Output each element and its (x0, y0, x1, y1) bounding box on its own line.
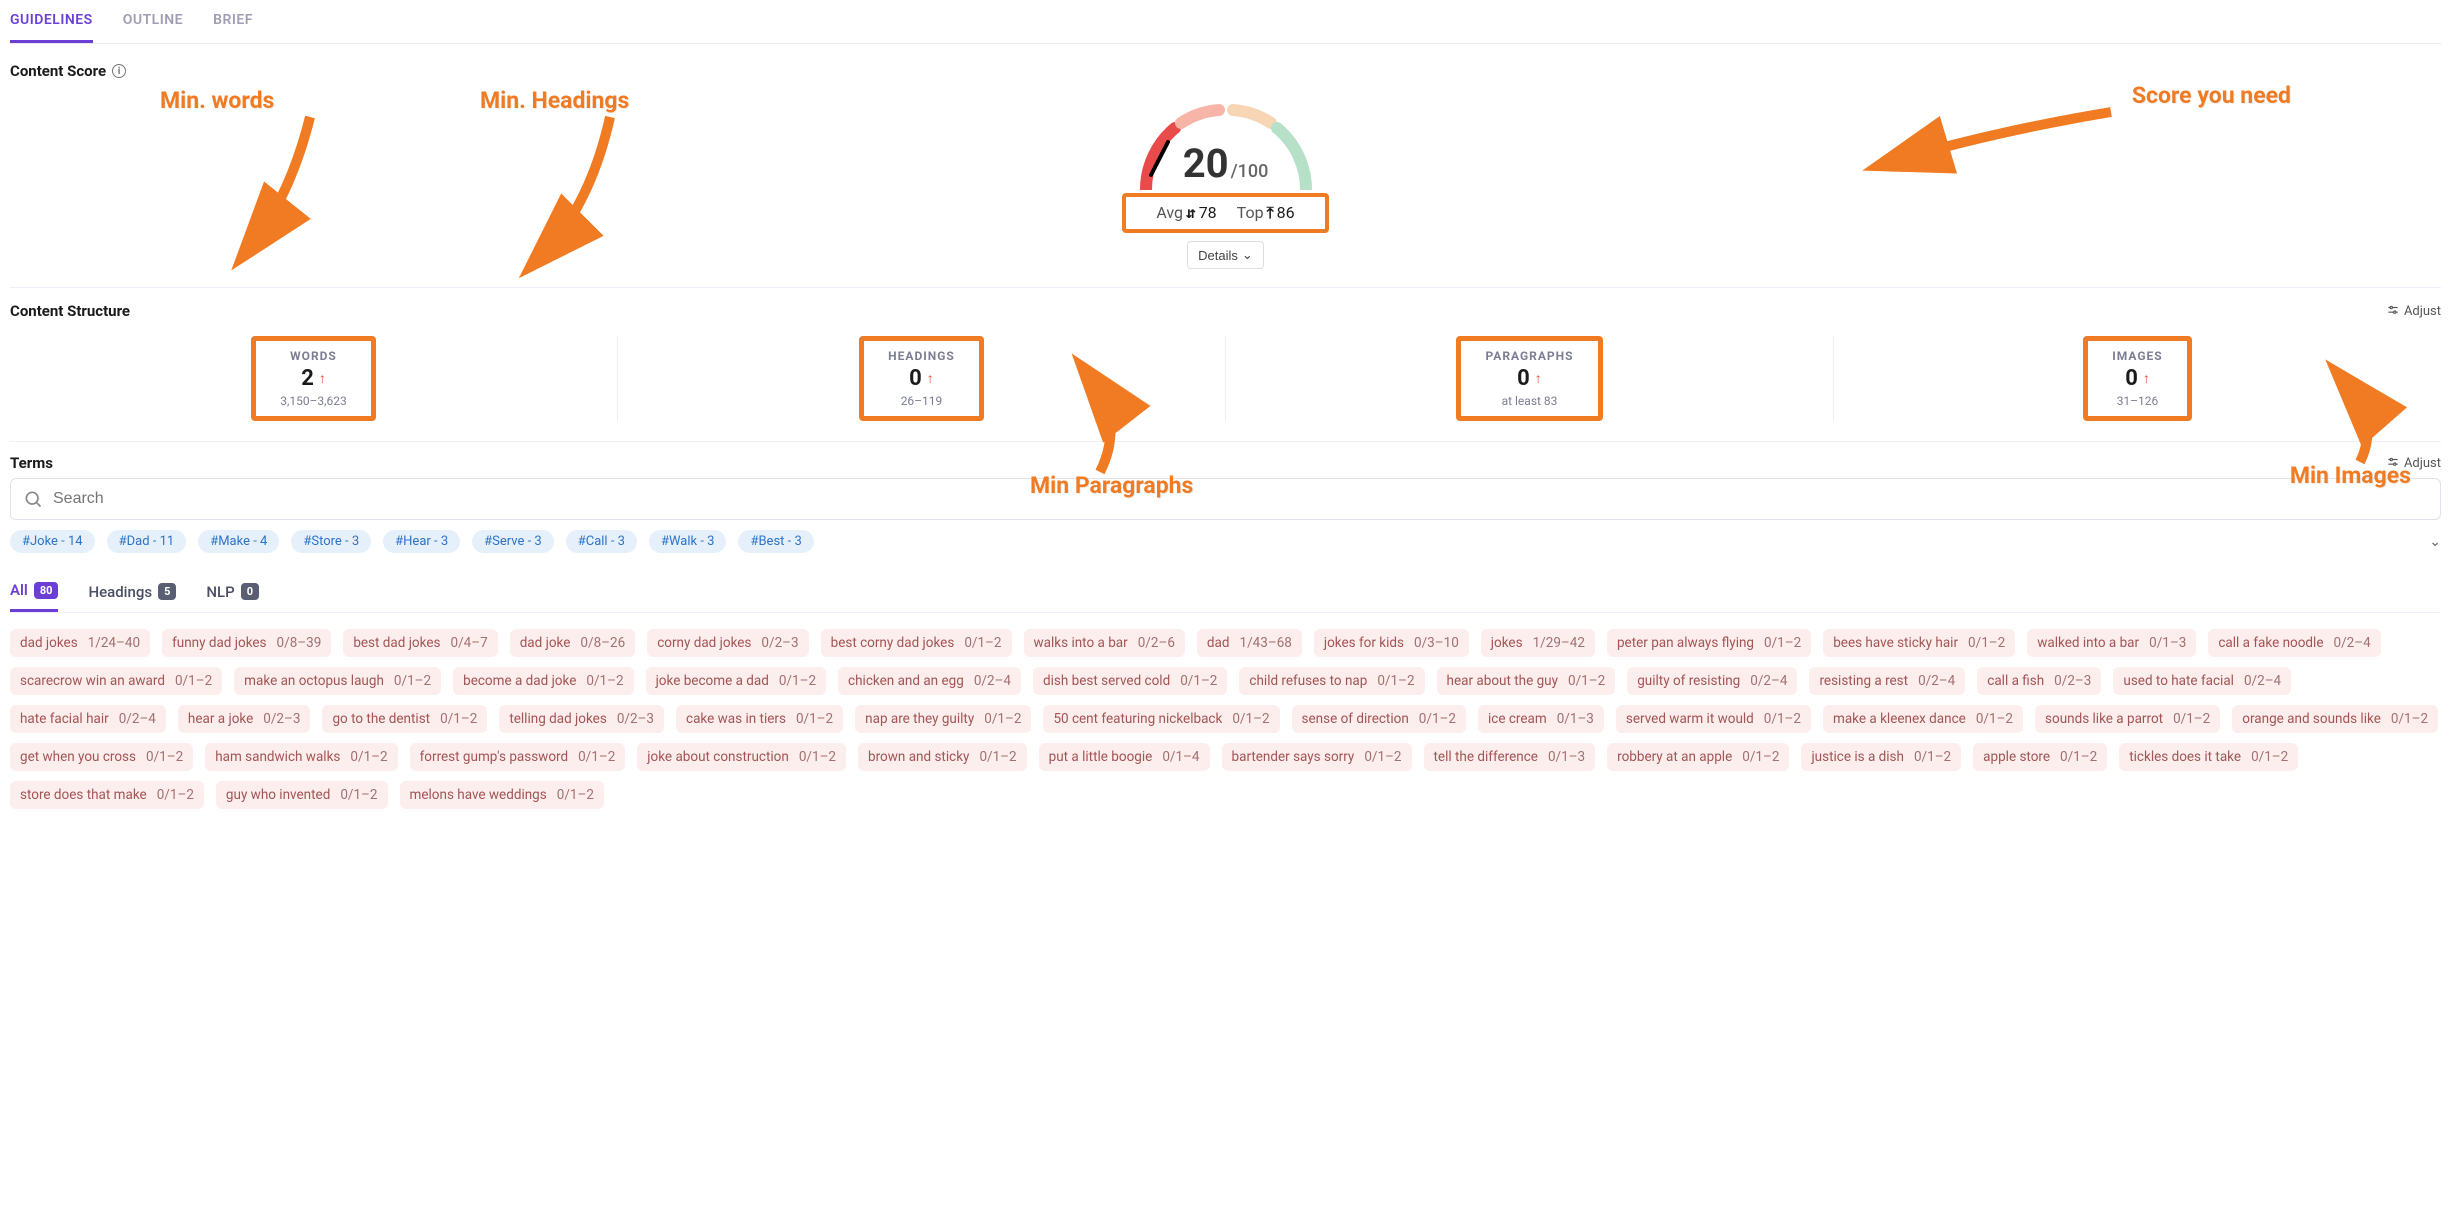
term-chip[interactable]: dad1/43–68 (1197, 629, 1302, 657)
hashtag-pill[interactable]: #Joke - 14 (10, 530, 95, 553)
adjust-terms-button[interactable]: Adjust (2386, 456, 2441, 471)
arrow-up-icon: ↑ (319, 370, 326, 387)
term-chip[interactable]: tickles does it take0/1–2 (2119, 743, 2298, 771)
term-chip[interactable]: become a dad joke0/1–2 (453, 667, 633, 695)
term-chip[interactable]: dish best served cold0/1–2 (1033, 667, 1227, 695)
adjust-structure-button[interactable]: Adjust (2386, 304, 2441, 319)
term-chip[interactable]: cake was in tiers0/1–2 (676, 705, 843, 733)
term-chip[interactable]: robbery at an apple0/1–2 (1607, 743, 1789, 771)
term-chip[interactable]: hear a joke0/2–3 (178, 705, 311, 733)
term-chip[interactable]: joke become a dad0/1–2 (646, 667, 826, 695)
term-chip[interactable]: dad jokes1/24–40 (10, 629, 150, 657)
term-chip[interactable]: jokes1/29–42 (1481, 629, 1595, 657)
term-chip[interactable]: call a fish0/2–3 (1977, 667, 2101, 695)
search-input[interactable] (53, 490, 2428, 508)
term-chip[interactable]: forrest gump's password0/1–2 (410, 743, 626, 771)
hashtag-pill[interactable]: #Best - 3 (738, 530, 813, 553)
term-chip[interactable]: sounds like a parrot0/1–2 (2035, 705, 2220, 733)
term-chip[interactable]: served warm it would0/1–2 (1616, 705, 1811, 733)
content-structure-row: WORDS 2↑ 3,150–3,623 HEADINGS 0↑ 26–119 … (10, 326, 2441, 442)
term-chip[interactable]: hear about the guy0/1–2 (1437, 667, 1616, 695)
content-score-title: Content Score i (10, 62, 2441, 80)
term-chip[interactable]: best dad jokes0/4–7 (343, 629, 497, 657)
headings-cell[interactable]: HEADINGS 0↑ 26–119 (859, 336, 984, 421)
arrow-up-icon: ↑ (2143, 370, 2150, 387)
hashtag-pill[interactable]: #Dad - 11 (107, 530, 187, 553)
term-chip[interactable]: peter pan always flying0/1–2 (1607, 629, 1811, 657)
term-chip[interactable]: make an octopus laugh0/1–2 (234, 667, 441, 695)
term-chip[interactable]: bees have sticky hair0/1–2 (1823, 629, 2015, 657)
term-chip[interactable]: go to the dentist0/1–2 (322, 705, 487, 733)
score-gauge: 20/100 Avg⇵78 Top⤒86 Details ⌄ (10, 90, 2441, 269)
images-cell[interactable]: IMAGES 0↑ 31–126 (2083, 336, 2191, 421)
term-chip[interactable]: get when you cross0/1–2 (10, 743, 193, 771)
term-chip[interactable]: sense of direction0/1–2 (1292, 705, 1466, 733)
hashtag-row: #Joke - 14 #Dad - 11 #Make - 4 #Store - 3 #H… (10, 530, 2441, 553)
term-chip[interactable]: corny dad jokes0/2–3 (647, 629, 808, 657)
term-chip[interactable]: funny dad jokes0/8–39 (162, 629, 331, 657)
term-chip[interactable]: chicken and an egg0/2–4 (838, 667, 1021, 695)
chevron-down-icon[interactable]: ⌄ (2429, 534, 2441, 550)
term-chip[interactable]: scarecrow win an award0/1–2 (10, 667, 222, 695)
arrow-up-icon: ↑ (1535, 370, 1542, 387)
score-value: 20/100 (1183, 140, 1269, 187)
term-chip[interactable]: jokes for kids0/3–10 (1314, 629, 1469, 657)
term-chip[interactable]: ice cream0/1–3 (1478, 705, 1604, 733)
subtab-all[interactable]: All80 (10, 571, 58, 612)
subtab-headings[interactable]: Headings5 (88, 571, 176, 612)
term-chip[interactable]: orange and sounds like0/1–2 (2232, 705, 2438, 733)
chevron-down-icon: ⌄ (1242, 247, 1253, 263)
term-chip[interactable]: walked into a bar0/1–3 (2027, 629, 2196, 657)
arrow-up-icon: ↑ (927, 370, 934, 387)
term-chip[interactable]: walks into a bar0/2–6 (1024, 629, 1185, 657)
tab-brief[interactable]: BRIEF (213, 0, 253, 43)
term-chip[interactable]: telling dad jokes0/2–3 (499, 705, 664, 733)
search-icon (23, 489, 43, 509)
subtab-nlp[interactable]: NLP0 (206, 571, 259, 612)
term-chips: dad jokes1/24–40 funny dad jokes0/8–39 bes… (10, 629, 2441, 809)
term-chip[interactable]: bartender says sorry0/1–2 (1222, 743, 1412, 771)
hashtag-pill[interactable]: #Make - 4 (198, 530, 279, 553)
hashtag-pill[interactable]: #Store - 3 (291, 530, 371, 553)
term-chip[interactable]: tell the difference0/1–3 (1424, 743, 1596, 771)
search-row (10, 478, 2441, 520)
term-chip[interactable]: nap are they guilty0/1–2 (855, 705, 1031, 733)
term-chip[interactable]: call a fake noodle0/2–4 (2208, 629, 2380, 657)
info-icon[interactable]: i (112, 64, 126, 78)
terms-title: Terms (10, 454, 53, 472)
content-score-label: Content Score (10, 62, 106, 80)
term-chip[interactable]: make a kleenex dance0/1–2 (1823, 705, 2023, 733)
term-chip[interactable]: brown and sticky0/1–2 (858, 743, 1027, 771)
term-chip[interactable]: justice is a dish0/1–2 (1801, 743, 1961, 771)
tab-guidelines[interactable]: GUIDELINES (10, 0, 93, 43)
term-chip[interactable]: guy who invented0/1–2 (216, 781, 388, 809)
terms-subtabs: All80 Headings5 NLP0 (10, 571, 2441, 613)
tab-outline[interactable]: OUTLINE (123, 0, 183, 43)
term-chip[interactable]: ham sandwich walks0/1–2 (205, 743, 397, 771)
term-chip[interactable]: store does that make0/1–2 (10, 781, 204, 809)
term-chip[interactable]: resisting a rest0/2–4 (1809, 667, 1965, 695)
term-chip[interactable]: dad joke0/8–26 (510, 629, 636, 657)
hashtag-pill[interactable]: #Hear - 3 (383, 530, 460, 553)
words-cell[interactable]: WORDS 2↑ 3,150–3,623 (251, 336, 376, 421)
term-chip[interactable]: put a little boogie0/1–4 (1039, 743, 1210, 771)
term-chip[interactable]: melons have weddings0/1–2 (400, 781, 604, 809)
term-chip[interactable]: best corny dad jokes0/1–2 (821, 629, 1012, 657)
main-tabs: GUIDELINES OUTLINE BRIEF (10, 0, 2441, 44)
hashtag-pill[interactable]: #Call - 3 (566, 530, 637, 553)
term-chip[interactable]: joke about construction0/1–2 (637, 743, 846, 771)
term-chip[interactable]: 50 cent featuring nickelback0/1–2 (1043, 705, 1279, 733)
score-avg-top: Avg⇵78 Top⤒86 (1122, 193, 1328, 233)
details-button[interactable]: Details ⌄ (1187, 241, 1264, 269)
term-chip[interactable]: child refuses to nap0/1–2 (1239, 667, 1424, 695)
term-chip[interactable]: used to hate facial0/2–4 (2113, 667, 2291, 695)
hashtag-pill[interactable]: #Serve - 3 (472, 530, 554, 553)
term-chip[interactable]: apple store0/1–2 (1973, 743, 2107, 771)
term-chip[interactable]: hate facial hair0/2–4 (10, 705, 166, 733)
hashtag-pill[interactable]: #Walk - 3 (649, 530, 727, 553)
term-chip[interactable]: guilty of resisting0/2–4 (1627, 667, 1797, 695)
paragraphs-cell[interactable]: PARAGRAPHS 0↑ at least 83 (1456, 336, 1602, 421)
content-structure-title: Content Structure (10, 302, 130, 320)
